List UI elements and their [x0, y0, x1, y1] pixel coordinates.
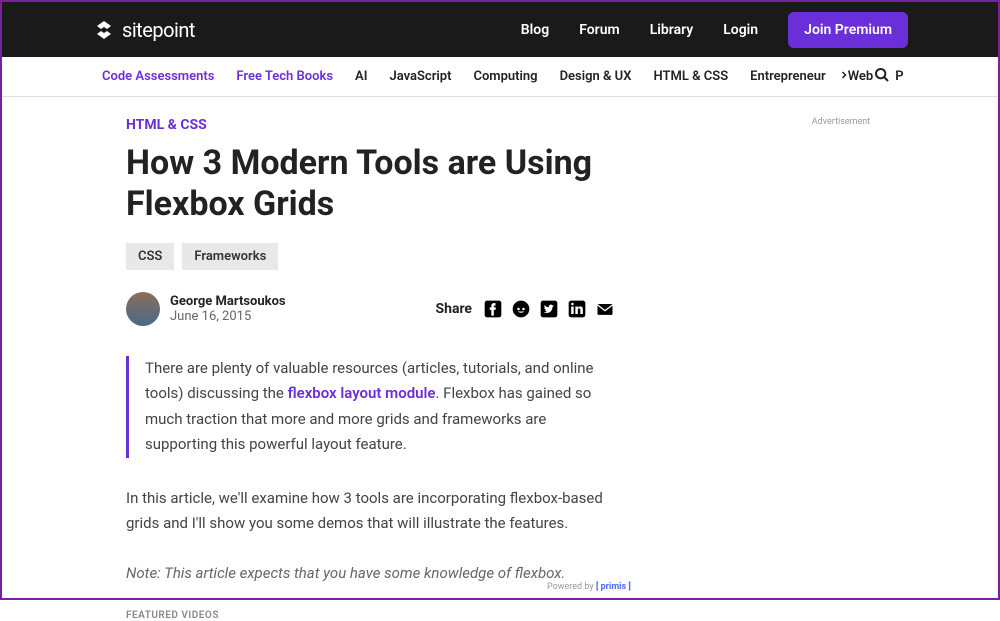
advertisement-label: Advertisement: [716, 117, 966, 127]
logo[interactable]: sitepoint: [92, 18, 195, 42]
logo-icon: [92, 18, 116, 42]
publish-date: June 16, 2015: [170, 309, 286, 324]
tag-frameworks[interactable]: Frameworks: [182, 243, 278, 270]
share-icons: [482, 298, 616, 320]
nav-blog[interactable]: Blog: [521, 22, 549, 38]
powered-by: Powered by [ primis ]: [547, 582, 631, 592]
tag-list: CSS Frameworks: [126, 243, 616, 270]
email-icon[interactable]: [594, 298, 616, 320]
logo-text: sitepoint: [122, 18, 195, 42]
share-block: Share: [435, 298, 616, 320]
body-paragraph: In this article, we'll examine how 3 too…: [126, 486, 616, 537]
flexbox-link[interactable]: flexbox layout module: [288, 384, 436, 402]
subnav-code-assessments[interactable]: Code Assessments: [102, 69, 214, 84]
top-nav: Blog Forum Library Login Join Premium: [521, 12, 908, 48]
avatar[interactable]: [126, 292, 160, 326]
article-category[interactable]: HTML & CSS: [126, 117, 616, 133]
subnav-computing[interactable]: Computing: [473, 69, 537, 84]
main-content: HTML & CSS How 3 Modern Tools are Using …: [2, 97, 998, 621]
sidebar: Advertisement: [716, 117, 966, 621]
subnav-web[interactable]: Web: [848, 69, 874, 84]
powered-brand: [ primis ]: [596, 582, 631, 592]
nav-login[interactable]: Login: [723, 22, 758, 38]
article-title: How 3 Modern Tools are Using Flexbox Gri…: [126, 143, 616, 225]
facebook-icon[interactable]: [482, 298, 504, 320]
twitter-icon[interactable]: [538, 298, 560, 320]
sub-nav: Code Assessments Free Tech Books AI Java…: [2, 57, 998, 97]
subnav-entrepreneur[interactable]: Entrepreneur: [750, 69, 826, 84]
author-info: George Martsoukos June 16, 2015: [170, 294, 286, 324]
tag-css[interactable]: CSS: [126, 243, 174, 270]
top-header: sitepoint Blog Forum Library Login Join …: [2, 2, 998, 57]
note-paragraph: Note: This article expects that you have…: [126, 561, 616, 587]
intro-paragraph: There are plenty of valuable resources (…: [126, 356, 616, 458]
linkedin-icon[interactable]: [566, 298, 588, 320]
reddit-icon[interactable]: [510, 298, 532, 320]
article-meta: George Martsoukos June 16, 2015 Share: [126, 292, 616, 326]
join-premium-button[interactable]: Join Premium: [788, 12, 908, 48]
author-block: George Martsoukos June 16, 2015: [126, 292, 286, 326]
subnav-ai[interactable]: AI: [355, 69, 367, 84]
nav-library[interactable]: Library: [650, 22, 694, 38]
subnav-overflow[interactable]: P: [895, 69, 903, 84]
author-name[interactable]: George Martsoukos: [170, 294, 286, 309]
subnav-html-css[interactable]: HTML & CSS: [653, 69, 728, 84]
subnav-free-tech-books[interactable]: Free Tech Books: [236, 69, 333, 84]
subnav-design-ux[interactable]: Design & UX: [560, 69, 632, 84]
featured-videos-label: FEATURED VIDEOS: [126, 610, 616, 621]
share-label: Share: [435, 301, 472, 317]
subnav-javascript[interactable]: JavaScript: [389, 69, 451, 84]
nav-forum[interactable]: Forum: [579, 22, 620, 38]
chevron-right-icon[interactable]: [838, 69, 850, 85]
powered-pre: Powered by: [547, 582, 596, 592]
article: HTML & CSS How 3 Modern Tools are Using …: [126, 117, 616, 621]
search-icon[interactable]: [874, 67, 890, 87]
